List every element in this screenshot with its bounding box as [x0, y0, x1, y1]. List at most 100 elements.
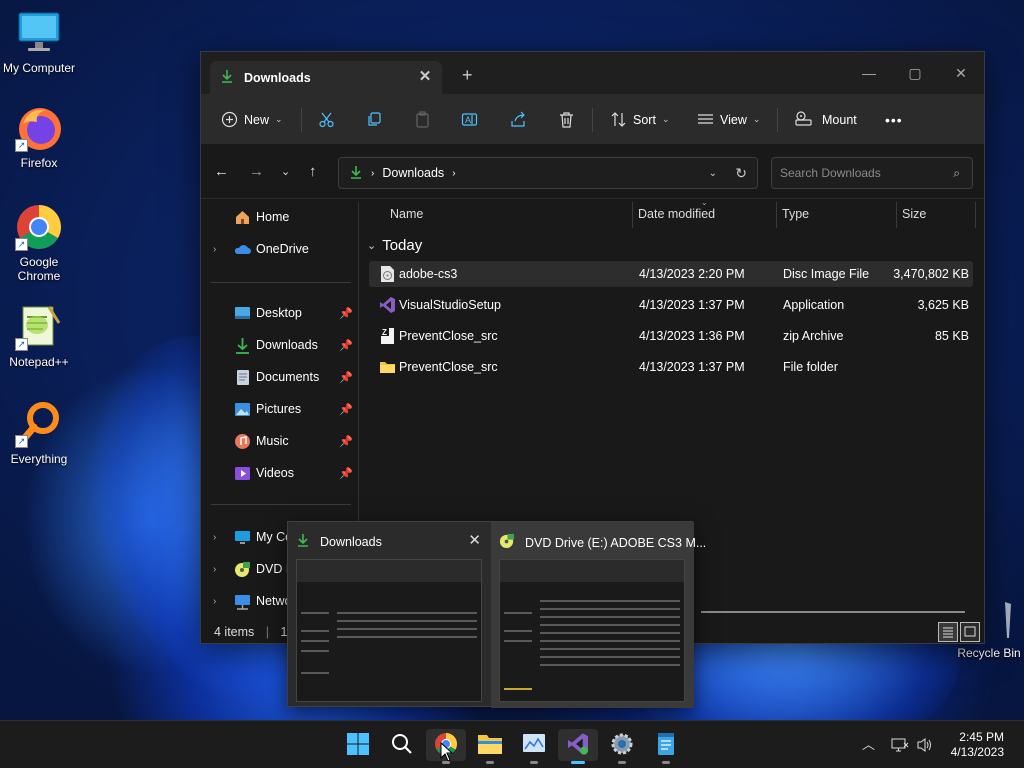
file-row[interactable]: VisualStudioSetup 4/13/2023 1:37 PM Appl…	[369, 292, 973, 318]
system-clock[interactable]: 2:45 PM 4/13/2023	[951, 730, 1004, 760]
chevron-right-icon[interactable]: ›	[213, 596, 216, 607]
large-icons-view-button[interactable]	[960, 622, 980, 642]
horizontal-scrollbar[interactable]	[701, 611, 965, 613]
chevron-right-icon[interactable]: ›	[213, 564, 216, 575]
file-row[interactable]: adobe-cs3 4/13/2023 2:20 PM Disc Image F…	[369, 261, 973, 287]
paste-button[interactable]	[414, 94, 431, 145]
nav-item-pictures[interactable]: Pictures 📌	[201, 394, 359, 424]
column-separator[interactable]	[776, 202, 777, 228]
sort-indicator-icon: ⌄	[701, 198, 708, 207]
column-separator[interactable]	[975, 202, 976, 228]
column-separator[interactable]	[896, 202, 897, 228]
sort-button[interactable]: Sort ⌄	[610, 94, 669, 145]
column-header-date-modified[interactable]: Date modified	[638, 207, 715, 221]
minimize-button[interactable]: —	[846, 58, 892, 88]
close-thumbnail-icon[interactable]: ✕	[468, 531, 481, 549]
taskbar-visual-studio[interactable]	[558, 729, 598, 764]
refresh-icon[interactable]: ↻	[735, 165, 747, 182]
download-icon	[234, 337, 251, 354]
pin-icon[interactable]: 📌	[339, 435, 353, 448]
taskbar: ︿ 2:45 PM 4/13/2023	[0, 720, 1024, 768]
rename-button[interactable]: A	[461, 94, 478, 145]
everything-search-icon: ↗	[15, 400, 63, 448]
column-header-type[interactable]: Type	[782, 207, 809, 221]
new-button[interactable]: New ⌄	[221, 94, 283, 145]
pin-icon[interactable]: 📌	[339, 371, 353, 384]
notepad-icon	[656, 732, 676, 759]
show-hidden-icons-button[interactable]: ︿	[862, 734, 875, 753]
cut-button[interactable]	[318, 94, 335, 145]
delete-button[interactable]	[558, 94, 575, 145]
network-status-icon[interactable]	[891, 737, 909, 756]
chevron-down-icon: ⌄	[661, 114, 670, 124]
pictures-icon	[234, 401, 251, 418]
close-window-button[interactable]: ✕	[938, 58, 984, 88]
chevron-right-icon[interactable]: ›	[452, 168, 455, 179]
clock-date: 4/13/2023	[950, 745, 1004, 759]
tab-downloads[interactable]: Downloads ✕	[210, 61, 442, 94]
search-input[interactable]: Search Downloads ⌕	[771, 157, 973, 189]
nav-item-desktop[interactable]: Desktop 📌	[201, 298, 359, 328]
recent-locations-button[interactable]: ⌄	[281, 165, 290, 178]
file-row[interactable]: Z PreventClose_src 4/13/2023 1:36 PM zip…	[369, 323, 973, 349]
command-bar: New ⌄ A Sort ⌄ View ⌄ Mount •••	[201, 94, 984, 145]
search-icon	[391, 733, 413, 758]
search-button[interactable]	[382, 729, 422, 761]
nav-item-documents[interactable]: Documents 📌	[201, 362, 359, 392]
chevron-right-icon[interactable]: ›	[213, 244, 216, 255]
desktop-icon-google-chrome[interactable]: ↗ Google Chrome	[1, 203, 77, 283]
address-dropdown-icon[interactable]: ⌄	[709, 168, 717, 179]
taskbar-chrome[interactable]	[426, 729, 466, 764]
taskbar-task-manager[interactable]	[514, 729, 554, 764]
computer-icon	[234, 529, 251, 546]
up-button[interactable]: ↑	[309, 163, 317, 180]
desktop-icon-firefox[interactable]: ↗ Firefox	[1, 104, 77, 170]
nav-item-home[interactable]: Home	[201, 202, 359, 232]
more-options-button[interactable]: •••	[885, 94, 903, 145]
maximize-button[interactable]: ▢	[892, 58, 938, 88]
desktop-icon-my-computer[interactable]: My Computer	[1, 9, 77, 75]
shortcut-arrow-icon: ↗	[15, 338, 28, 351]
desktop-icon-notepadpp[interactable]: ↗ Notepad++	[1, 303, 77, 369]
pin-icon[interactable]: 📌	[339, 403, 353, 416]
onedrive-cloud-icon	[234, 241, 251, 258]
start-button[interactable]	[338, 729, 378, 761]
nav-separator	[211, 504, 351, 505]
share-button[interactable]	[510, 94, 527, 145]
thumbnail-dvd-drive[interactable]: DVD Drive (E:) ADOBE CS3 M...	[491, 522, 706, 708]
mount-button[interactable]: Mount	[795, 94, 857, 145]
file-row[interactable]: PreventClose_src 4/13/2023 1:37 PM File …	[369, 354, 973, 380]
details-view-button[interactable]	[938, 622, 958, 642]
column-header-size[interactable]: Size	[902, 207, 926, 221]
taskbar-settings[interactable]	[602, 729, 642, 764]
desktop-icon-label: Recycle Bin	[957, 646, 1021, 660]
nav-item-videos[interactable]: Videos 📌	[201, 458, 359, 488]
file-date: 4/13/2023 1:37 PM	[639, 360, 745, 374]
share-icon	[510, 111, 527, 128]
nav-item-music[interactable]: Music 📌	[201, 426, 359, 456]
back-button[interactable]: ←	[214, 163, 229, 180]
breadcrumb-current[interactable]: Downloads	[382, 166, 444, 180]
view-button[interactable]: View ⌄	[697, 94, 760, 145]
column-header-name[interactable]: Name	[390, 207, 423, 221]
thumbnail-downloads[interactable]: Downloads ✕	[288, 522, 491, 708]
taskbar-notepad[interactable]	[646, 729, 686, 764]
pin-icon[interactable]: 📌	[339, 307, 353, 320]
volume-icon[interactable]	[916, 737, 934, 756]
address-bar[interactable]: › Downloads › ⌄ ↻	[338, 157, 758, 189]
taskbar-file-explorer[interactable]	[470, 729, 510, 764]
home-icon	[234, 209, 251, 226]
forward-button[interactable]: →	[249, 163, 264, 180]
thumbnail-title: DVD Drive (E:) ADOBE CS3 M...	[525, 535, 707, 550]
pin-icon[interactable]: 📌	[339, 339, 353, 352]
chevron-right-icon[interactable]: ›	[213, 532, 216, 543]
nav-item-onedrive[interactable]: › OneDrive	[201, 234, 359, 264]
close-tab-icon[interactable]: ✕	[416, 68, 434, 86]
new-tab-button[interactable]: +	[462, 65, 473, 86]
group-header-today[interactable]: ⌄ Today	[367, 237, 422, 254]
desktop-icon-everything[interactable]: ↗ Everything	[1, 400, 77, 466]
column-separator[interactable]	[632, 202, 633, 228]
nav-item-downloads[interactable]: Downloads 📌	[201, 330, 359, 360]
pin-icon[interactable]: 📌	[339, 467, 353, 480]
copy-button[interactable]	[366, 94, 383, 145]
